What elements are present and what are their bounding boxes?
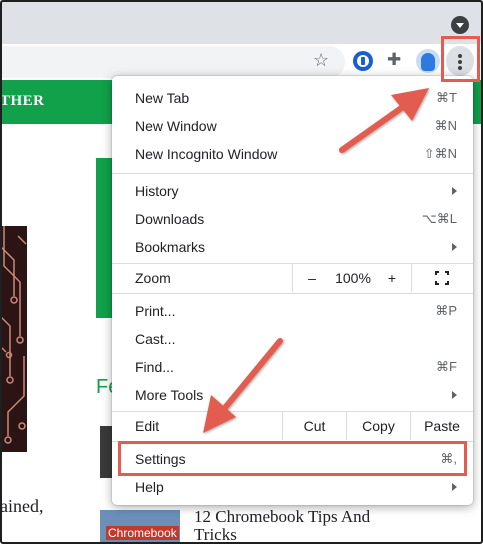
menu-button-highlight [441, 36, 480, 82]
arrow-to-menu-button [339, 88, 429, 153]
arrow-to-settings [203, 338, 283, 433]
annotation-arrows [203, 88, 429, 433]
